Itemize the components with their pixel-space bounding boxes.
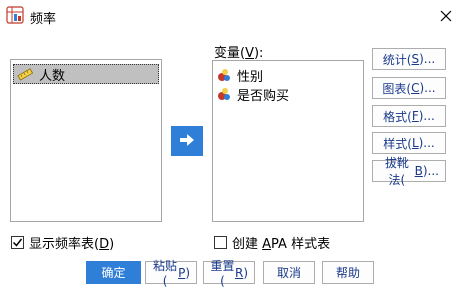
source-variable-list[interactable]: 人数 — [10, 59, 162, 222]
ok-button[interactable]: 确定 — [86, 261, 141, 284]
window-title: 频率 — [30, 12, 57, 27]
reset-button[interactable]: 重置(R) — [203, 259, 255, 288]
title-bar: 频率 — [0, 0, 462, 32]
nominal-variable-icon — [218, 88, 230, 100]
arrow-right-icon — [180, 133, 194, 146]
nominal-variable-icon — [218, 69, 230, 81]
checkmark-icon — [12, 238, 23, 247]
apa-checkbox[interactable] — [214, 236, 227, 249]
close-icon[interactable] — [436, 6, 456, 26]
show-table-label: 显示频率表(D) — [29, 237, 115, 252]
statistics-button[interactable]: 统计(S)... — [372, 48, 446, 70]
show-table-checkbox[interactable] — [11, 236, 24, 249]
list-item[interactable]: 人数 — [13, 64, 159, 84]
paste-button[interactable]: 粘贴(P) — [145, 259, 197, 288]
target-variable-list[interactable]: 性别 是否购买 — [212, 60, 364, 222]
list-item-label: 性别 — [237, 69, 264, 85]
style-button[interactable]: 样式(L)... — [372, 132, 446, 154]
cancel-button[interactable]: 取消 — [263, 261, 315, 284]
charts-button[interactable]: 图表(C)... — [372, 77, 446, 99]
bootstrap-button[interactable]: 拔靴法(B)... — [372, 156, 446, 187]
list-item-label: 是否购买 — [237, 88, 290, 104]
list-item-label: 人数 — [39, 68, 66, 84]
frequency-app-icon — [6, 6, 24, 24]
list-item[interactable]: 性别 — [217, 66, 264, 85]
apa-label: 创建 APA 样式表 — [232, 237, 331, 252]
variables-label: 变量(V): — [214, 46, 264, 61]
help-button[interactable]: 帮助 — [322, 261, 374, 284]
format-button[interactable]: 格式(F)... — [372, 105, 446, 127]
show-frequency-table-option[interactable]: 显示频率表(D) — [11, 233, 114, 252]
move-variable-button[interactable] — [171, 126, 203, 156]
scale-variable-icon — [17, 68, 33, 81]
apa-style-option[interactable]: 创建 APA 样式表 — [214, 233, 330, 252]
list-item[interactable]: 是否购买 — [217, 85, 290, 104]
